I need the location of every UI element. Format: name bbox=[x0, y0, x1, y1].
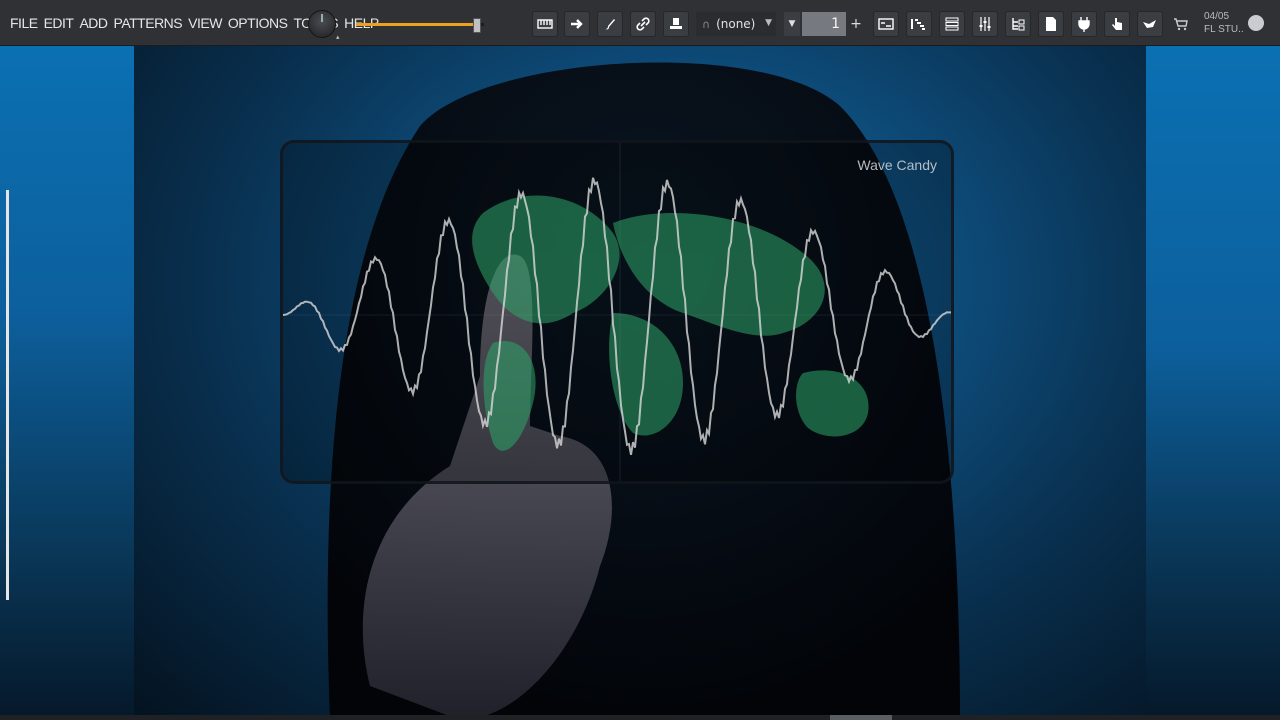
online-news-button[interactable] bbox=[1137, 11, 1163, 37]
link-icon bbox=[636, 17, 650, 31]
pattern-caret-icon: ▼ bbox=[788, 19, 796, 29]
channel-rack-button[interactable] bbox=[939, 11, 965, 37]
piano-roll-icon bbox=[911, 19, 925, 30]
channel-rack-icon bbox=[945, 17, 959, 31]
menu-options[interactable]: OPTIONS bbox=[228, 15, 288, 31]
menu-add[interactable]: ADD bbox=[79, 15, 108, 31]
stamp-button[interactable] bbox=[663, 11, 689, 37]
master-pitch-knob[interactable] bbox=[308, 10, 336, 38]
window-edge-strip bbox=[6, 190, 9, 600]
background-right-panel bbox=[1146, 46, 1280, 720]
globe-icon[interactable] bbox=[1248, 15, 1264, 31]
menu-file[interactable]: FILE bbox=[10, 15, 38, 31]
menu-view[interactable]: VIEW bbox=[188, 15, 222, 31]
snap-selector[interactable]: ∩ (none) ▼ bbox=[696, 12, 776, 36]
master-volume-slider[interactable] bbox=[356, 18, 492, 33]
volume-thumb[interactable] bbox=[473, 18, 482, 33]
hint-line-1: 04/05 bbox=[1204, 11, 1230, 22]
menu-edit[interactable]: EDIT bbox=[44, 15, 74, 31]
paint-brush-icon bbox=[605, 19, 615, 30]
mixer-button[interactable] bbox=[972, 11, 998, 37]
knob-mark-icon: ▴ bbox=[336, 33, 340, 41]
playlist-icon bbox=[878, 18, 894, 30]
add-pattern-button[interactable]: + bbox=[848, 12, 864, 36]
hint-bar: 04/05 FL STU.. bbox=[1204, 10, 1244, 36]
wave-candy-title: Wave Candy bbox=[857, 157, 937, 173]
menu-patterns[interactable]: PATTERNS bbox=[114, 15, 183, 31]
plugin-database-button[interactable] bbox=[1038, 11, 1064, 37]
hint-line-2: FL STU.. bbox=[1204, 24, 1244, 35]
mixer-icon bbox=[979, 17, 991, 31]
touch-controller-icon bbox=[1112, 18, 1122, 30]
plugin-database-icon bbox=[1046, 17, 1056, 31]
bottom-scrollbar-thumb[interactable] bbox=[830, 715, 892, 720]
typing-keyboard-icon bbox=[537, 19, 553, 29]
playlist-button[interactable] bbox=[873, 11, 899, 37]
bird-icon bbox=[1143, 20, 1156, 28]
plugin-picker-button[interactable] bbox=[1071, 11, 1097, 37]
pattern-caret-button[interactable]: ▼ bbox=[784, 12, 800, 36]
step-arrow-icon bbox=[571, 19, 583, 29]
piano-roll-button[interactable] bbox=[906, 11, 932, 37]
wave-candy-panel[interactable]: Wave Candy bbox=[280, 140, 954, 484]
bottom-scrollbar[interactable] bbox=[0, 715, 1280, 720]
wave-candy-visualizer bbox=[283, 143, 951, 481]
stamp-icon bbox=[670, 18, 682, 29]
pattern-number[interactable]: 1 bbox=[802, 12, 846, 36]
main-toolbar: FILE EDIT ADD PATTERNS VIEW OPTIONS TOOL… bbox=[0, 0, 1280, 46]
step-edit-button[interactable] bbox=[564, 11, 590, 37]
cart-icon bbox=[1174, 18, 1188, 31]
recording-button[interactable] bbox=[597, 11, 623, 37]
typing-keyboard-button[interactable] bbox=[532, 11, 558, 37]
background-left-panel bbox=[0, 46, 134, 720]
touch-controller-button[interactable] bbox=[1104, 11, 1130, 37]
link-button[interactable] bbox=[630, 11, 656, 37]
cart-button[interactable] bbox=[1168, 11, 1194, 37]
browser-icon bbox=[1012, 18, 1025, 31]
magnet-icon: ∩ bbox=[702, 17, 711, 31]
volume-fill bbox=[356, 23, 477, 26]
chevron-down-icon: ▼ bbox=[765, 18, 772, 28]
snap-value: (none) bbox=[716, 17, 756, 31]
browser-button[interactable] bbox=[1005, 11, 1031, 37]
plugin-icon bbox=[1078, 17, 1090, 32]
